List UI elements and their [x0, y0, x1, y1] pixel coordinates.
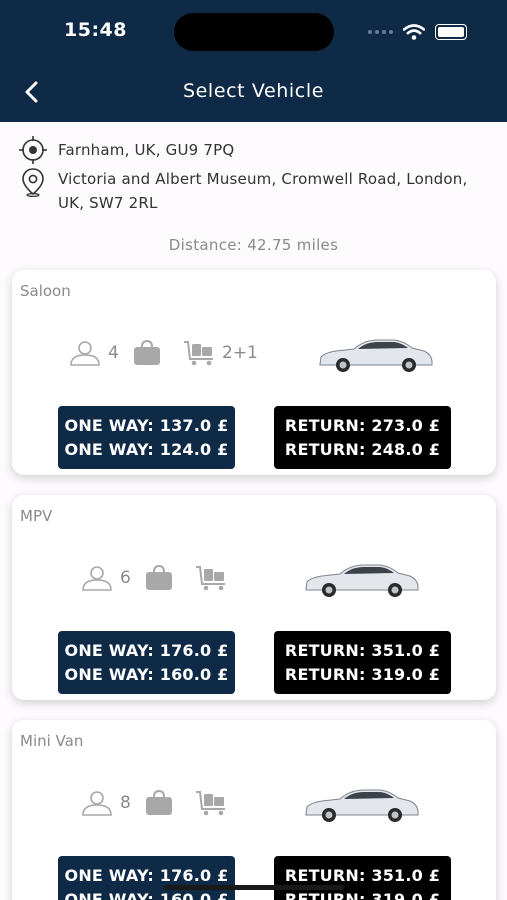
return-price: RETURN: 319.0 £: [284, 664, 441, 684]
bag-icon: [134, 340, 160, 365]
oneway-price: ONE WAY: 124.0 £: [64, 439, 229, 459]
dropoff-address-line1: Victoria and Albert Museum, Cromwell Roa…: [58, 170, 468, 188]
vehicle-name: MPV: [20, 507, 53, 525]
app-header: 15:48 Select Vehicle: [0, 0, 507, 122]
home-indicator[interactable]: [164, 885, 344, 890]
bag-icon: [146, 565, 172, 590]
distance-label: Distance: 42.75 miles: [168, 236, 339, 254]
page-title: Select Vehicle: [182, 80, 324, 102]
return-price: RETURN: 248.0 £: [284, 439, 441, 459]
car-icon: [305, 789, 419, 822]
dropoff-row: Victoria and Albert Museum, Cromwell Roa…: [18, 167, 467, 215]
pickup-row: Farnham, UK, GU9 7PQ: [18, 135, 234, 165]
oneway-price-button[interactable]: ONE WAY: 176.0 £ ONE WAY: 160.0 £: [58, 856, 235, 900]
oneway-price-original: ONE WAY: 176.0 £: [64, 640, 229, 660]
signal-icon: [368, 30, 393, 34]
oneway-price-button[interactable]: ONE WAY: 137.0 £ ONE WAY: 124.0 £: [58, 406, 235, 469]
luggage-capacity: 2+1: [182, 340, 258, 366]
passenger-count: 8: [120, 793, 131, 813]
wifi-icon: [403, 24, 425, 40]
luggage-trolley-icon: [184, 341, 213, 366]
vehicle-name: Saloon: [20, 282, 71, 300]
vehicle-card-mini-van[interactable]: Mini Van 8 ONE WAY: 176.0 £ ONE WAY: 160…: [12, 720, 496, 900]
return-price-button[interactable]: RETURN: 273.0 £ RETURN: 248.0 £: [274, 406, 451, 469]
passenger-count: 4: [108, 343, 119, 363]
person-icon: [82, 566, 112, 591]
oneway-price: ONE WAY: 160.0 £: [64, 664, 229, 684]
crosshair-icon: [18, 135, 48, 165]
oneway-price-button[interactable]: ONE WAY: 176.0 £ ONE WAY: 160.0 £: [58, 631, 235, 694]
passenger-capacity: 8: [80, 790, 131, 816]
person-icon: [70, 341, 100, 366]
car-icon: [305, 564, 419, 597]
dropoff-address-line2: UK, SW7 2RL: [58, 194, 158, 212]
luggage-count: 2+1: [222, 343, 258, 363]
luggage-trolley-icon: [196, 791, 225, 816]
vehicle-name: Mini Van: [20, 732, 84, 750]
luggage-trolley-icon: [196, 566, 225, 591]
battery-icon: [435, 24, 467, 40]
pickup-address: Farnham, UK, GU9 7PQ: [58, 141, 235, 159]
passenger-capacity: 6: [80, 565, 131, 591]
car-icon: [319, 339, 433, 372]
dropoff-address: Victoria and Albert Museum, Cromwell Roa…: [58, 167, 467, 215]
passenger-count: 6: [120, 568, 131, 588]
return-price-button[interactable]: RETURN: 351.0 £ RETURN: 319.0 £: [274, 856, 451, 900]
bag-capacity: [144, 790, 174, 816]
return-price-button[interactable]: RETURN: 351.0 £ RETURN: 319.0 £: [274, 631, 451, 694]
vehicle-card-saloon[interactable]: Saloon 4 2+1 ONE WAY: 137.0 £ ONE WAY: 1…: [12, 270, 496, 475]
return-price-original: RETURN: 351.0 £: [284, 640, 441, 660]
bag-capacity: [132, 340, 162, 366]
person-icon: [82, 791, 112, 816]
return-price-original: RETURN: 351.0 £: [284, 865, 441, 885]
oneway-price-original: ONE WAY: 176.0 £: [64, 865, 229, 885]
passenger-capacity: 4: [68, 340, 119, 366]
luggage-capacity: [194, 565, 234, 591]
location-pin-icon: [18, 167, 48, 197]
oneway-price-original: ONE WAY: 137.0 £: [64, 415, 229, 435]
dynamic-island: [174, 13, 334, 51]
vehicle-card-mpv[interactable]: MPV 6 ONE WAY: 176.0 £ ONE WAY: 160.0 £: [12, 495, 496, 700]
return-price-original: RETURN: 273.0 £: [284, 415, 441, 435]
status-icons: [368, 24, 467, 40]
bag-capacity: [144, 565, 174, 591]
bag-icon: [146, 790, 172, 815]
luggage-capacity: [194, 790, 234, 816]
status-time: 15:48: [64, 19, 127, 41]
